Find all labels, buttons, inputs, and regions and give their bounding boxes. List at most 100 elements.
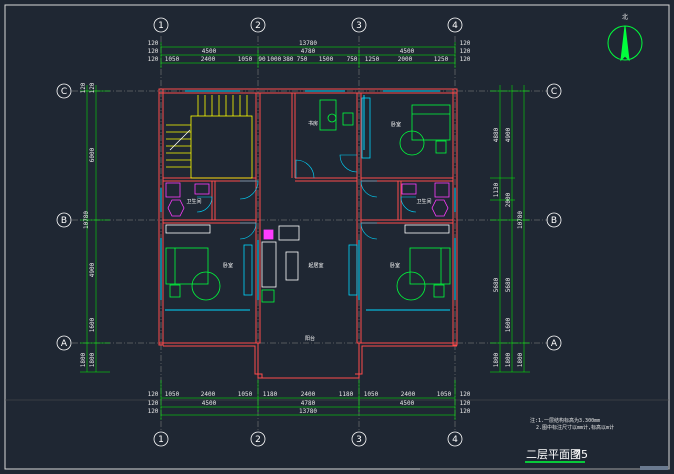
drawing-title: 二层平面图 [526, 448, 581, 461]
svg-text:4880: 4880 [493, 127, 500, 142]
svg-text:C: C [551, 87, 557, 97]
svg-text:120: 120 [80, 82, 87, 93]
svg-text:120: 120 [460, 40, 471, 47]
bed-sw [165, 247, 209, 285]
note-2: 2.图中标注尺寸以mm计,标高以m计 [536, 424, 614, 431]
svg-text:120: 120 [148, 56, 159, 63]
svg-text:2400: 2400 [301, 391, 316, 398]
dim-left-overall: 10780 [83, 211, 90, 229]
svg-text:1180: 1180 [263, 391, 278, 398]
dim-top-overall: 13780 [299, 40, 317, 47]
axis-bubble-row-B-left: B [56, 212, 72, 228]
svg-text:1000: 1000 [267, 56, 282, 63]
svg-text:120: 120 [460, 408, 471, 415]
svg-text:1050: 1050 [165, 391, 180, 398]
svg-text:A: A [61, 339, 68, 349]
svg-text:2: 2 [255, 435, 261, 445]
drawing-scale: 75 [574, 448, 588, 461]
north-arrow-icon [620, 25, 630, 62]
axis-bubble-col-2-bottom: 2 [250, 431, 266, 447]
svg-text:C: C [61, 87, 67, 97]
svg-text:1800: 1800 [505, 352, 512, 367]
furniture [165, 97, 451, 303]
bottom-dimension-text: 1050 2400 1050 1180 2400 1180 1050 2400 … [148, 391, 471, 415]
svg-text:4: 4 [452, 435, 458, 445]
bed-se [409, 247, 451, 285]
svg-text:120: 120 [460, 48, 471, 55]
axis-bubble-col-1-bottom: 1 [153, 431, 169, 447]
svg-text:120: 120 [148, 408, 159, 415]
axis-grid [72, 36, 548, 430]
room-label-bedroom-ne: 卧室 [391, 121, 401, 128]
room-label-terrace: 阳台 [305, 335, 315, 342]
svg-text:750: 750 [347, 56, 358, 63]
svg-text:120: 120 [460, 400, 471, 407]
axis-bubble-col-3-bottom: 3 [351, 431, 367, 447]
svg-text:380: 380 [283, 56, 294, 63]
svg-text:3: 3 [356, 435, 362, 445]
svg-text:6000: 6000 [89, 147, 96, 162]
svg-text:4: 4 [452, 21, 458, 31]
svg-text:5680: 5680 [505, 277, 512, 292]
dim-bottom-mid-2: 4780 [301, 400, 316, 407]
axis-bubble-row-C-left: C [56, 83, 72, 99]
room-label-bedroom-se: 卧室 [390, 262, 400, 269]
room-labels: 书房 卧室 卧室 卧室 卫生间 卫生间 起居室 阳台 [186, 120, 431, 342]
study-chair [342, 112, 354, 126]
room-label-bathroom-w: 卫生间 [186, 198, 201, 205]
dim-bottom-mid-3: 4500 [400, 400, 415, 407]
svg-text:B: B [551, 216, 557, 226]
right-dimension-text: 4880 4900 1130 2000 10780 5680 5680 1600… [83, 127, 524, 367]
room-label-living: 起居室 [308, 262, 323, 269]
svg-text:1050: 1050 [364, 391, 379, 398]
svg-text:2400: 2400 [401, 391, 416, 398]
room-label-bathroom-e: 卫生间 [416, 198, 431, 205]
axis-bubbles: 1 2 3 4 1 2 3 4 C B A C B A [56, 17, 562, 447]
dim-bottom-overall: 13780 [299, 408, 317, 415]
svg-text:1: 1 [158, 21, 164, 31]
dim-right-overall: 10780 [517, 211, 524, 229]
dim-top-mid-1: 4500 [202, 48, 217, 55]
svg-text:1050: 1050 [238, 391, 253, 398]
svg-text:120: 120 [148, 391, 159, 398]
svg-text:1050: 1050 [238, 56, 253, 63]
note-1: 注:1.一层结构标高为3.300mm [530, 417, 600, 424]
stair [166, 95, 253, 179]
svg-text:120: 120 [460, 391, 471, 398]
bathroom-fixtures [165, 182, 450, 240]
north-arrow: 北 [607, 13, 643, 62]
svg-text:1800: 1800 [517, 352, 524, 367]
svg-text:2400: 2400 [201, 56, 216, 63]
svg-text:120: 120 [460, 56, 471, 63]
svg-text:1500: 1500 [319, 56, 334, 63]
dim-top-mid-3: 4500 [400, 48, 415, 55]
svg-text:1250: 1250 [434, 56, 449, 63]
svg-text:1250: 1250 [365, 56, 380, 63]
svg-text:1: 1 [158, 435, 164, 445]
svg-text:120: 120 [148, 48, 159, 55]
svg-text:2400: 2400 [201, 391, 216, 398]
dim-top-mid-2: 4780 [301, 48, 316, 55]
axis-bubble-col-4-top: 4 [447, 17, 463, 33]
drawing-title-block: 二层平面图 75 [525, 448, 588, 463]
svg-text:1050: 1050 [437, 391, 452, 398]
north-label: 北 [622, 13, 628, 21]
axis-bubble-col-4-bottom: 4 [447, 431, 463, 447]
svg-text:1050: 1050 [165, 56, 180, 63]
svg-text:2000: 2000 [505, 192, 512, 207]
axis-bubble-col-2-top: 2 [250, 17, 266, 33]
axis-bubble-row-A-left: A [56, 335, 72, 351]
axis-bubble-row-A-right: A [546, 335, 562, 351]
svg-text:B: B [61, 216, 67, 226]
axis-bubble-col-1-top: 1 [153, 17, 169, 33]
svg-text:4900: 4900 [505, 127, 512, 142]
doors [196, 154, 417, 240]
svg-text:120: 120 [148, 400, 159, 407]
svg-text:90: 90 [258, 56, 266, 63]
svg-text:1180: 1180 [339, 391, 354, 398]
notes: 注:1.一层结构标高为3.300mm 2.图中标注尺寸以mm计,标高以m计 [530, 417, 614, 431]
svg-text:1800: 1800 [89, 352, 96, 367]
axis-bubble-row-B-right: B [546, 212, 562, 228]
floor-plan-drawing: 1 2 3 4 1 2 3 4 C B A C B A 13780 4500 4… [4, 4, 670, 470]
svg-text:750: 750 [297, 56, 308, 63]
